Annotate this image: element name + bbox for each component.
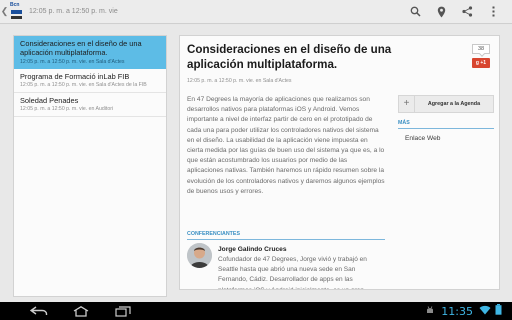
logo-bar <box>11 15 22 19</box>
plus-icon: + <box>399 96 415 112</box>
recent-apps-icon[interactable] <box>102 302 144 320</box>
action-bar-actions <box>402 0 506 24</box>
list-item-title: Consideraciones en el diseño de una apli… <box>20 39 142 58</box>
list-item[interactable]: Programa de Formació inLab FIB 12:05 p. … <box>14 69 166 93</box>
add-to-agenda-button[interactable]: + Agregar a la Agenda <box>398 95 494 113</box>
action-bar-subtitle: 12:05 p. m. a 12:50 p. m. vie <box>29 8 118 15</box>
list-item-title: Soledad Penades <box>20 95 79 105</box>
speakers-heading: CONFERENCIANTES <box>187 231 385 240</box>
up-caret-icon[interactable]: ❮ <box>1 0 9 24</box>
logo-mark <box>11 9 22 14</box>
list-item-meta: 12:05 p. m. a 12:50 p. m. vie. en Sala d… <box>20 58 125 65</box>
avatar <box>187 243 212 268</box>
speaker-name[interactable]: Jorge Galindo Cruces <box>218 246 287 253</box>
list-item-title: Programa de Formació inLab FIB <box>20 71 130 81</box>
overflow-menu-icon[interactable] <box>480 0 506 24</box>
home-icon[interactable] <box>60 302 102 320</box>
app-logo[interactable]: Bcn <box>8 2 25 22</box>
location-pin-icon[interactable] <box>428 0 454 24</box>
add-to-agenda-label: Agregar a la Agenda <box>427 101 481 107</box>
session-meta: 12:05 p. m. a 12:50 p. m. vie. en Sala d… <box>187 78 292 84</box>
plusone-count: 38 <box>472 44 490 54</box>
session-list: Consideraciones en el diseño de una apli… <box>13 35 167 297</box>
android-debug-icon <box>425 302 435 320</box>
battery-icon <box>495 302 502 320</box>
logo-text: Bcn <box>10 1 20 8</box>
share-icon[interactable] <box>454 0 480 24</box>
list-item-meta: 12:05 p. m. a 12:50 p. m. vie. en Audito… <box>20 106 114 112</box>
back-icon[interactable] <box>18 302 60 320</box>
plusone-button[interactable]: g +1 <box>472 58 490 68</box>
wifi-icon <box>479 302 491 320</box>
main-content: Consideraciones en el diseño de una apli… <box>0 25 512 302</box>
action-bar: ❮ Bcn 12:05 p. m. a 12:50 p. m. vie <box>0 0 512 24</box>
status-area[interactable]: 11:35 <box>425 302 502 320</box>
more-heading: MÁS <box>398 120 494 129</box>
clock: 11:35 <box>441 304 473 318</box>
list-item-meta: 12:05 p. m. a 12:50 p. m. vie. en Sala d… <box>20 81 147 88</box>
session-title: Consideraciones en el diseño de una apli… <box>187 43 392 72</box>
google-plus-icon: g <box>475 60 479 66</box>
system-bar: 11:35 <box>0 302 512 320</box>
plusone-label: +1 <box>480 60 487 66</box>
session-description: En 47 Degrees la mayoría de aplicaciones… <box>187 96 385 195</box>
session-detail: Consideraciones en el diseño de una apli… <box>179 35 500 290</box>
side-column: + Agregar a la Agenda MÁS Enlace Web <box>398 95 494 142</box>
speaker-bio: Cofundador de 47 Degrees, Jorge vivió y … <box>218 256 367 289</box>
list-item[interactable]: Soledad Penades 12:05 p. m. a 12:50 p. m… <box>14 93 166 117</box>
search-icon[interactable] <box>402 0 428 24</box>
list-item[interactable]: Consideraciones en el diseño de una apli… <box>14 36 166 69</box>
web-link[interactable]: Enlace Web <box>405 135 494 142</box>
